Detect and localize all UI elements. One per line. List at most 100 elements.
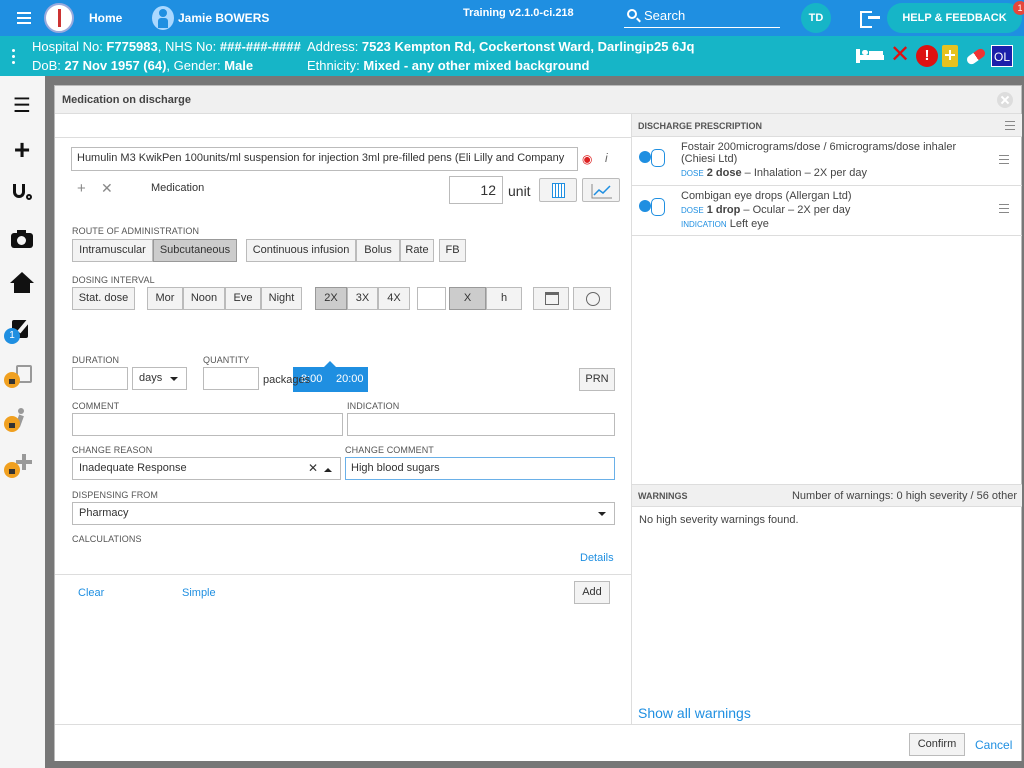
unit-label: unit xyxy=(508,183,531,199)
home-link[interactable]: Home xyxy=(89,11,122,25)
simple-link[interactable]: Simple xyxy=(182,587,216,599)
route-rate[interactable]: Rate xyxy=(400,239,434,262)
hours-button[interactable]: h xyxy=(486,287,522,310)
sidebar-locked-clipboard-icon[interactable] xyxy=(4,362,36,390)
warnings-title: WARNINGS xyxy=(638,491,688,501)
dialog-title: Medication on discharge xyxy=(62,94,191,106)
prescription-item-name: Fostair 200micrograms/dose / 6micrograms… xyxy=(681,141,957,165)
sidebar-list-icon[interactable]: ☰ xyxy=(8,92,36,120)
logout-icon[interactable] xyxy=(860,9,882,28)
route-intramuscular[interactable]: Intramuscular xyxy=(72,239,153,262)
patient-name[interactable]: Jamie BOWERS xyxy=(178,11,269,25)
change-reason-select[interactable]: Inadequate Response ✕ xyxy=(72,457,341,480)
fb-button[interactable]: FB xyxy=(439,239,466,262)
sidebar-home-icon[interactable] xyxy=(8,270,36,298)
calendar-button[interactable] xyxy=(533,287,569,310)
duration-input[interactable] xyxy=(72,367,128,390)
no-resus-icon[interactable]: ✕ xyxy=(890,43,912,67)
address-line: Address: 7523 Kempton Rd, Cockertonst Wa… xyxy=(307,39,695,54)
change-comment-field[interactable]: High blood sugars xyxy=(345,457,615,480)
sidebar-edit-notes-icon[interactable]: 1 xyxy=(4,316,36,344)
calculator-button[interactable] xyxy=(539,178,577,202)
user-avatar[interactable]: TD xyxy=(801,3,831,33)
route-continuous-infusion[interactable]: Continuous infusion xyxy=(246,239,356,262)
sidebar-locked-activity-icon[interactable] xyxy=(4,406,36,434)
indication-label: INDICATION xyxy=(681,220,727,229)
close-icon[interactable] xyxy=(997,92,1013,108)
freq-4x[interactable]: 4X xyxy=(378,287,410,310)
cancel-link[interactable]: Cancel xyxy=(975,738,1012,752)
dispensing-select[interactable]: Pharmacy xyxy=(72,502,615,525)
alert-icon[interactable]: ! xyxy=(916,45,938,67)
item-menu-icon[interactable] xyxy=(999,155,1009,164)
ethnicity-line: Ethnicity: Mixed - any other mixed backg… xyxy=(307,58,590,73)
bed-icon[interactable] xyxy=(856,45,884,67)
search-placeholder: Search xyxy=(644,8,686,23)
change-reason-label: CHANGE REASON xyxy=(72,445,153,455)
route-bolus[interactable]: Bolus xyxy=(356,239,400,262)
dose-detail: – Inhalation – 2X per day xyxy=(741,167,867,179)
calculations-label: CALCULATIONS xyxy=(72,534,142,544)
menu-icon[interactable] xyxy=(14,10,36,26)
time-noon[interactable]: Noon xyxy=(183,287,225,310)
sidebar-locked-add-icon[interactable] xyxy=(4,452,36,480)
confirm-button[interactable]: Confirm xyxy=(909,733,965,756)
times-x-button[interactable]: X xyxy=(449,287,486,310)
time-night[interactable]: Night xyxy=(261,287,302,310)
dosing-interval-label: DOSING INTERVAL xyxy=(72,275,155,285)
schedule-button[interactable] xyxy=(573,287,611,310)
dose-time-2[interactable]: 20:00 xyxy=(336,373,364,385)
remove-icon[interactable]: ✕ xyxy=(101,180,113,197)
prescription-item-name: Combigan eye drops (Allergan Ltd) xyxy=(681,190,852,202)
patient-icon xyxy=(152,6,174,30)
chart-button[interactable] xyxy=(582,178,620,202)
sidebar-add-icon[interactable]: + xyxy=(8,136,36,164)
chevron-down-icon xyxy=(170,377,178,385)
app-logo[interactable] xyxy=(44,3,74,33)
info-icon[interactable]: i xyxy=(605,151,608,165)
prescription-header: DISCHARGE PRESCRIPTION xyxy=(632,114,1022,137)
stat-dose-button[interactable]: Stat. dose xyxy=(72,287,135,310)
route-subcutaneous[interactable]: Subcutaneous xyxy=(153,239,237,262)
ol-badge[interactable]: OL xyxy=(991,45,1013,67)
comment-field[interactable] xyxy=(72,413,343,436)
calculator-icon xyxy=(552,183,565,198)
interval-number-input[interactable] xyxy=(417,287,446,310)
sidebar-camera-icon[interactable] xyxy=(8,226,36,254)
package-quantity-input[interactable] xyxy=(203,367,259,390)
item-menu-icon[interactable] xyxy=(999,204,1009,213)
dispensing-value: Pharmacy xyxy=(79,507,129,519)
warnings-header: WARNINGS Number of warnings: 0 high seve… xyxy=(632,484,1022,507)
version-label: Training v2.1.0-ci.218 xyxy=(463,7,574,19)
time-morning[interactable]: Mor xyxy=(147,287,183,310)
clear-icon[interactable]: ✕ xyxy=(308,461,318,475)
quantity-input[interactable]: 12 xyxy=(449,176,503,204)
pill-icon[interactable] xyxy=(964,45,988,67)
duration-unit-select[interactable]: days xyxy=(132,367,187,390)
search-input[interactable]: Search xyxy=(624,6,780,28)
prescription-menu-icon[interactable] xyxy=(1005,121,1015,130)
indication-field[interactable] xyxy=(347,413,615,436)
sidebar-stethoscope-icon[interactable] xyxy=(8,180,36,208)
clear-link[interactable]: Clear xyxy=(78,587,104,599)
add-button[interactable]: Add xyxy=(574,581,610,604)
help-feedback-button[interactable]: HELP & FEEDBACK xyxy=(887,3,1022,33)
warning-signal-icon[interactable]: ◉ xyxy=(582,152,592,166)
medication-alert-icon[interactable] xyxy=(942,45,958,67)
hospital-nhs-line: Hospital No: F775983, NHS No: ###-###-##… xyxy=(32,39,301,54)
details-link[interactable]: Details xyxy=(580,552,614,564)
prescription-item[interactable]: Fostair 200micrograms/dose / 6micrograms… xyxy=(632,137,1022,186)
medication-on-discharge-dialog: Medication on discharge Humulin M3 KwikP… xyxy=(54,85,1022,761)
freq-3x[interactable]: 3X xyxy=(347,287,378,310)
banner-more-icon[interactable] xyxy=(12,49,16,67)
time-evening[interactable]: Eve xyxy=(225,287,261,310)
medication-search-field[interactable]: Humulin M3 KwikPen 100units/ml suspensio… xyxy=(71,147,578,171)
show-all-warnings-link[interactable]: Show all warnings xyxy=(638,705,751,721)
chevron-down-icon xyxy=(598,512,606,520)
prn-button[interactable]: PRN xyxy=(579,368,615,391)
quantity-label: QUANTITY xyxy=(203,355,250,365)
top-bar: Home Jamie BOWERS Training v2.1.0-ci.218… xyxy=(0,0,1024,36)
freq-2x[interactable]: 2X xyxy=(315,287,347,310)
add-icon[interactable]: + xyxy=(77,180,86,197)
prescription-item[interactable]: Combigan eye drops (Allergan Ltd) DOSE 1… xyxy=(632,186,1022,236)
